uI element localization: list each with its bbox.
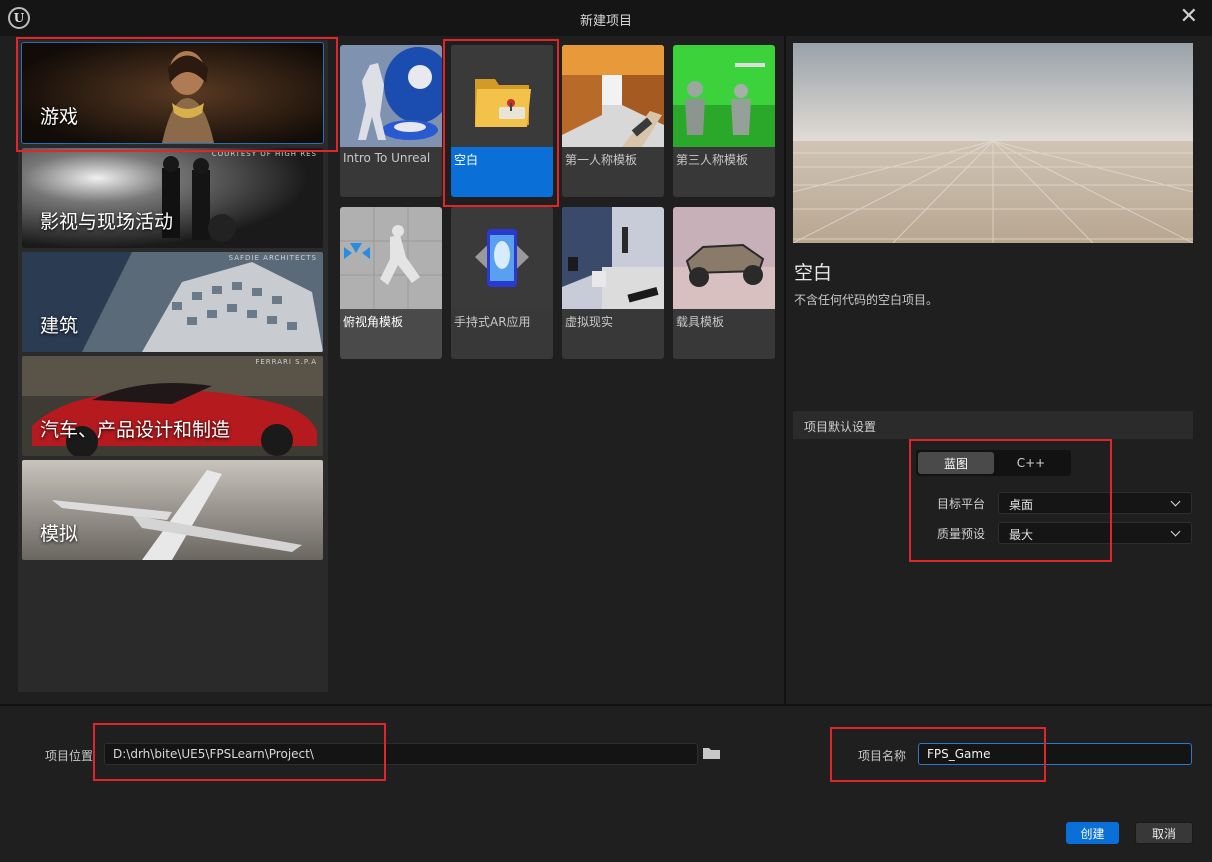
- bottom-bar: 项目位置 项目名称 创建 取消: [0, 704, 1212, 862]
- title-bar: U 新建项目 ✕: [0, 0, 1212, 36]
- template-label: 空白: [454, 153, 479, 167]
- intro-template-thumbnail: [340, 45, 442, 147]
- quality-preset-label: 质量预设: [937, 527, 986, 541]
- category-automotive[interactable]: FERRARI S.P.A 汽车、产品设计和制造: [22, 356, 323, 456]
- template-label: 俯视角模板: [343, 315, 404, 329]
- main-area: 游戏 COURTESY OF HIGH RES 影视与现场活动 SAFDIE A…: [0, 36, 1212, 704]
- template-third-person[interactable]: 第三人称模板: [673, 45, 775, 197]
- quality-preset-dropdown[interactable]: 最大: [998, 522, 1192, 544]
- blueprint-option[interactable]: 蓝图: [918, 452, 994, 474]
- template-vehicle[interactable]: 载具模板: [673, 207, 775, 359]
- category-label: 建筑: [40, 315, 79, 337]
- image-credit: SAFDIE ARCHITECTS: [228, 254, 317, 262]
- category-film[interactable]: COURTESY OF HIGH RES 影视与现场活动: [22, 148, 323, 248]
- category-panel: 游戏 COURTESY OF HIGH RES 影视与现场活动 SAFDIE A…: [18, 40, 328, 692]
- template-intro-to-unreal[interactable]: Intro To Unreal: [340, 45, 442, 197]
- category-label: 影视与现场活动: [40, 211, 174, 233]
- template-handheld-ar[interactable]: 手持式AR应用: [451, 207, 553, 359]
- create-button[interactable]: 创建: [1066, 822, 1119, 844]
- template-label: 第三人称模板: [676, 153, 749, 167]
- third-person-template-thumbnail: [673, 45, 775, 147]
- window-title: 新建项目: [579, 14, 632, 29]
- top-down-template-thumbnail: [340, 207, 442, 309]
- category-label: 模拟: [40, 523, 79, 545]
- cancel-button[interactable]: 取消: [1135, 822, 1193, 844]
- preview-description: 不含任何代码的空白项目。: [794, 293, 939, 307]
- project-name-label: 项目名称: [858, 749, 907, 763]
- template-label: 虚拟现实: [565, 315, 614, 329]
- template-vr[interactable]: 虚拟现实: [562, 207, 664, 359]
- ar-phone-icon: [451, 207, 553, 309]
- template-label: 载具模板: [676, 315, 725, 329]
- project-location-label: 项目位置: [45, 749, 94, 763]
- template-blank[interactable]: 空白: [451, 45, 553, 197]
- image-credit: FERRARI S.P.A: [255, 358, 317, 366]
- project-defaults-header: 项目默认设置: [793, 411, 1193, 439]
- template-first-person[interactable]: 第一人称模板: [562, 45, 664, 197]
- template-preview-image: [793, 43, 1193, 243]
- template-label: 第一人称模板: [565, 153, 638, 167]
- cpp-option[interactable]: C++: [993, 452, 1069, 474]
- first-person-template-thumbnail: [562, 45, 664, 147]
- chevron-down-icon: [1170, 496, 1181, 507]
- category-games[interactable]: 游戏: [21, 42, 324, 144]
- target-platform-label: 目标平台: [937, 497, 986, 511]
- category-label: 汽车、产品设计和制造: [40, 419, 231, 441]
- folder-browse-icon[interactable]: [703, 747, 720, 759]
- template-label: 手持式AR应用: [454, 315, 531, 329]
- section-title: 项目默认设置: [804, 420, 877, 434]
- category-label: 游戏: [40, 106, 79, 128]
- vr-template-thumbnail: [562, 207, 664, 309]
- project-name-input[interactable]: [918, 743, 1192, 765]
- folder-icon: [451, 45, 553, 147]
- preview-title: 空白: [794, 262, 833, 284]
- target-platform-dropdown[interactable]: 桌面: [998, 492, 1192, 514]
- vehicle-template-thumbnail: [673, 207, 775, 309]
- category-architecture[interactable]: SAFDIE ARCHITECTS 建筑: [22, 252, 323, 352]
- project-location-input[interactable]: [104, 743, 698, 765]
- template-label: Intro To Unreal: [343, 151, 431, 165]
- category-simulation[interactable]: 模拟: [22, 460, 323, 560]
- template-top-down[interactable]: 俯视角模板: [340, 207, 442, 359]
- dropdown-value: 桌面: [1009, 498, 1034, 512]
- dropdown-value: 最大: [1009, 528, 1034, 542]
- chevron-down-icon: [1170, 526, 1181, 537]
- panel-divider: [784, 36, 786, 704]
- image-credit: COURTESY OF HIGH RES: [211, 150, 317, 158]
- language-toggle: 蓝图 C++: [916, 450, 1071, 476]
- close-icon[interactable]: ✕: [1180, 4, 1198, 29]
